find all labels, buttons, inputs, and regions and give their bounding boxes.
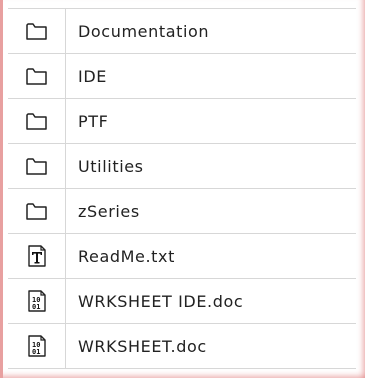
svg-text:01: 01 (32, 348, 40, 356)
file-name: ReadMe.txt (65, 233, 356, 279)
folder-icon (25, 109, 49, 133)
file-row-readme[interactable]: ReadMe.txt (8, 233, 356, 279)
file-name: zSeries (65, 188, 356, 234)
folder-icon (25, 64, 49, 88)
file-name: WRKSHEET.doc (65, 323, 356, 369)
binary-file-icon: 10 01 (25, 334, 49, 358)
file-name: IDE (65, 53, 356, 99)
panel-left-edge (0, 0, 3, 378)
file-name: Documentation (65, 8, 356, 54)
file-row-zseries[interactable]: zSeries (8, 188, 356, 234)
file-name: WRKSHEET IDE.doc (65, 278, 356, 324)
folder-icon (25, 199, 49, 223)
binary-file-icon: 10 01 (25, 289, 49, 313)
file-row-wrksheet[interactable]: 10 01 WRKSHEET.doc (8, 323, 356, 369)
file-name: Utilities (65, 143, 356, 189)
file-row-wrksheet-ide[interactable]: 10 01 WRKSHEET IDE.doc (8, 278, 356, 324)
file-row-ide[interactable]: IDE (8, 53, 356, 99)
folder-icon (25, 19, 49, 43)
file-name: PTF (65, 98, 356, 144)
text-file-icon (25, 244, 49, 268)
file-row-ptf[interactable]: PTF (8, 98, 356, 144)
folder-icon (25, 154, 49, 178)
svg-text:01: 01 (32, 303, 40, 311)
file-row-utilities[interactable]: Utilities (8, 143, 356, 189)
file-list: Documentation IDE PTF Utilities zSeries … (8, 8, 356, 369)
file-row-documentation[interactable]: Documentation (8, 8, 356, 54)
file-browser-panel: Documentation IDE PTF Utilities zSeries … (0, 0, 365, 378)
